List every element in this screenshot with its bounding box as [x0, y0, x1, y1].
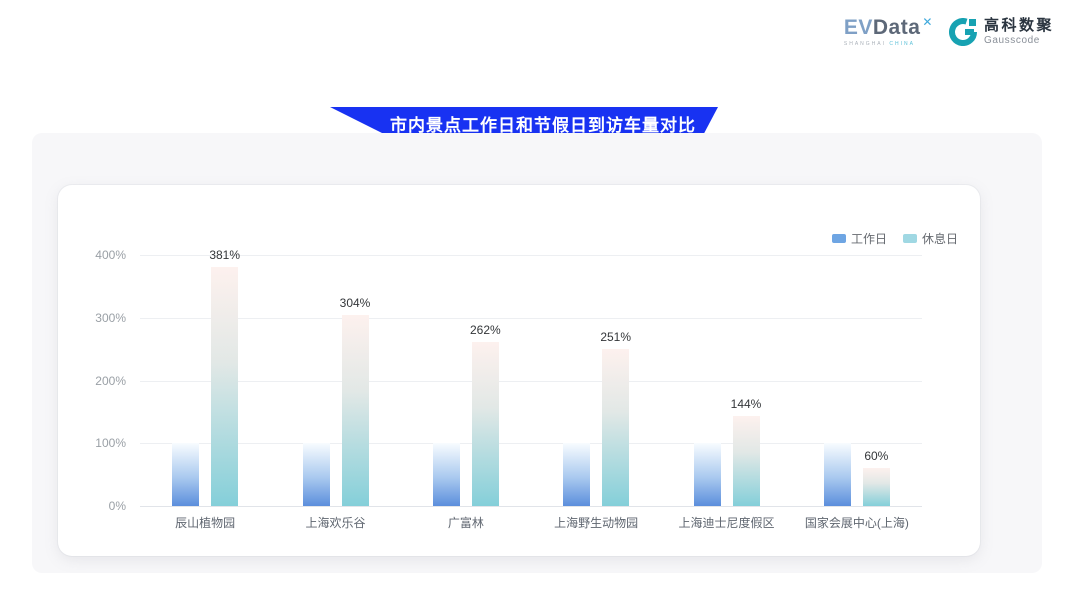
- evdata-wordmark: EVData✕: [844, 16, 933, 38]
- bar-restday[interactable]: [472, 342, 499, 506]
- x-axis-line: [140, 506, 922, 507]
- bar-column: [172, 443, 199, 506]
- bar-group: 381%: [172, 249, 238, 506]
- bar-value-label: 144%: [731, 398, 762, 411]
- bar-group: 304%: [303, 297, 369, 506]
- gridline: [140, 255, 922, 256]
- y-axis-tick-label: 300%: [76, 311, 126, 325]
- x-axis-category-label: 上海野生动物园: [521, 514, 671, 531]
- bar-workday[interactable]: [303, 443, 330, 506]
- bar-restday[interactable]: [602, 349, 629, 507]
- bar-column: [824, 443, 851, 506]
- bar-value-label: 304%: [340, 297, 371, 310]
- bar-value-label: 60%: [864, 450, 888, 463]
- gridline: [140, 443, 922, 444]
- bar-column: 60%: [863, 450, 890, 506]
- evdata-logo: EVData✕ SHANGHAI CHINA: [844, 16, 933, 47]
- bar-workday[interactable]: [824, 443, 851, 506]
- bar-chart: 0% 100% 200% 300% 400% 工作日 休息日 381% 辰山植物园 304% 上海欢…: [58, 185, 980, 556]
- x-axis-category-label: 上海迪士尼度假区: [652, 514, 802, 531]
- content-panel: 0% 100% 200% 300% 400% 工作日 休息日 381% 辰山植物园 304% 上海欢…: [32, 133, 1042, 573]
- y-axis-tick-label: 200%: [76, 374, 126, 388]
- bar-group: 251%: [563, 331, 629, 507]
- evdata-x-icon: ✕: [922, 15, 933, 29]
- bar-column: [303, 443, 330, 506]
- chart-legend: 工作日 休息日: [832, 230, 958, 247]
- bar-column: 251%: [602, 331, 629, 507]
- bar-workday[interactable]: [433, 443, 460, 506]
- header-logos: EVData✕ SHANGHAI CHINA 高科数聚 Gausscode: [844, 16, 1054, 47]
- bar-restday[interactable]: [342, 315, 369, 506]
- x-axis-category-label: 国家会展中心(上海): [782, 514, 932, 531]
- bar-workday[interactable]: [694, 443, 721, 506]
- bar-column: 304%: [342, 297, 369, 506]
- x-axis-category-label: 广富林: [391, 514, 541, 531]
- bar-restday[interactable]: [863, 468, 890, 506]
- legend-item-workday[interactable]: 工作日: [832, 230, 887, 247]
- bar-column: [694, 443, 721, 506]
- bar-value-label: 262%: [470, 324, 501, 337]
- bar-group: 60%: [824, 443, 890, 506]
- bar-group: 262%: [433, 324, 499, 506]
- page: { "header": { "evdata": { "ev": "EV", "d…: [0, 0, 1080, 608]
- y-axis-tick-label: 400%: [76, 248, 126, 262]
- evdata-sub-shanghai: SHANGHAI: [844, 41, 890, 47]
- gausscode-en: Gausscode: [984, 35, 1054, 46]
- bar-value-label: 251%: [600, 331, 631, 344]
- bar-workday[interactable]: [563, 443, 590, 506]
- evdata-data: Data: [873, 16, 921, 39]
- bar-column: 262%: [472, 324, 499, 506]
- chart-card: 0% 100% 200% 300% 400% 工作日 休息日 381% 辰山植物园 304% 上海欢…: [58, 185, 980, 556]
- gausscode-text: 高科数聚 Gausscode: [984, 17, 1054, 45]
- gridline: [140, 381, 922, 382]
- bar-column: [563, 443, 590, 506]
- bar-group: 144%: [694, 398, 760, 506]
- evdata-subtitle: SHANGHAI CHINA: [844, 41, 933, 47]
- evdata-sub-china: CHINA: [889, 41, 915, 47]
- legend-swatch: [832, 234, 846, 243]
- x-axis-category-label: 上海欢乐谷: [261, 514, 411, 531]
- y-axis-tick-label: 100%: [76, 436, 126, 450]
- gausscode-logo: 高科数聚 Gausscode: [949, 17, 1054, 45]
- bar-restday[interactable]: [733, 416, 760, 506]
- bar-column: [433, 443, 460, 506]
- gausscode-g-icon: [949, 18, 977, 46]
- y-axis-tick-label: 0%: [76, 499, 126, 513]
- evdata-ev: EV: [844, 16, 873, 39]
- bar-restday[interactable]: [211, 267, 238, 506]
- legend-label: 休息日: [922, 230, 958, 247]
- bar-column: 144%: [733, 398, 760, 506]
- legend-swatch: [903, 234, 917, 243]
- x-axis-category-label: 辰山植物园: [130, 514, 280, 531]
- bar-workday[interactable]: [172, 443, 199, 506]
- bar-column: 381%: [211, 249, 238, 506]
- bar-value-label: 381%: [209, 249, 240, 262]
- legend-item-restday[interactable]: 休息日: [903, 230, 958, 247]
- legend-label: 工作日: [851, 230, 887, 247]
- gridline: [140, 318, 922, 319]
- gausscode-cn: 高科数聚: [984, 17, 1054, 34]
